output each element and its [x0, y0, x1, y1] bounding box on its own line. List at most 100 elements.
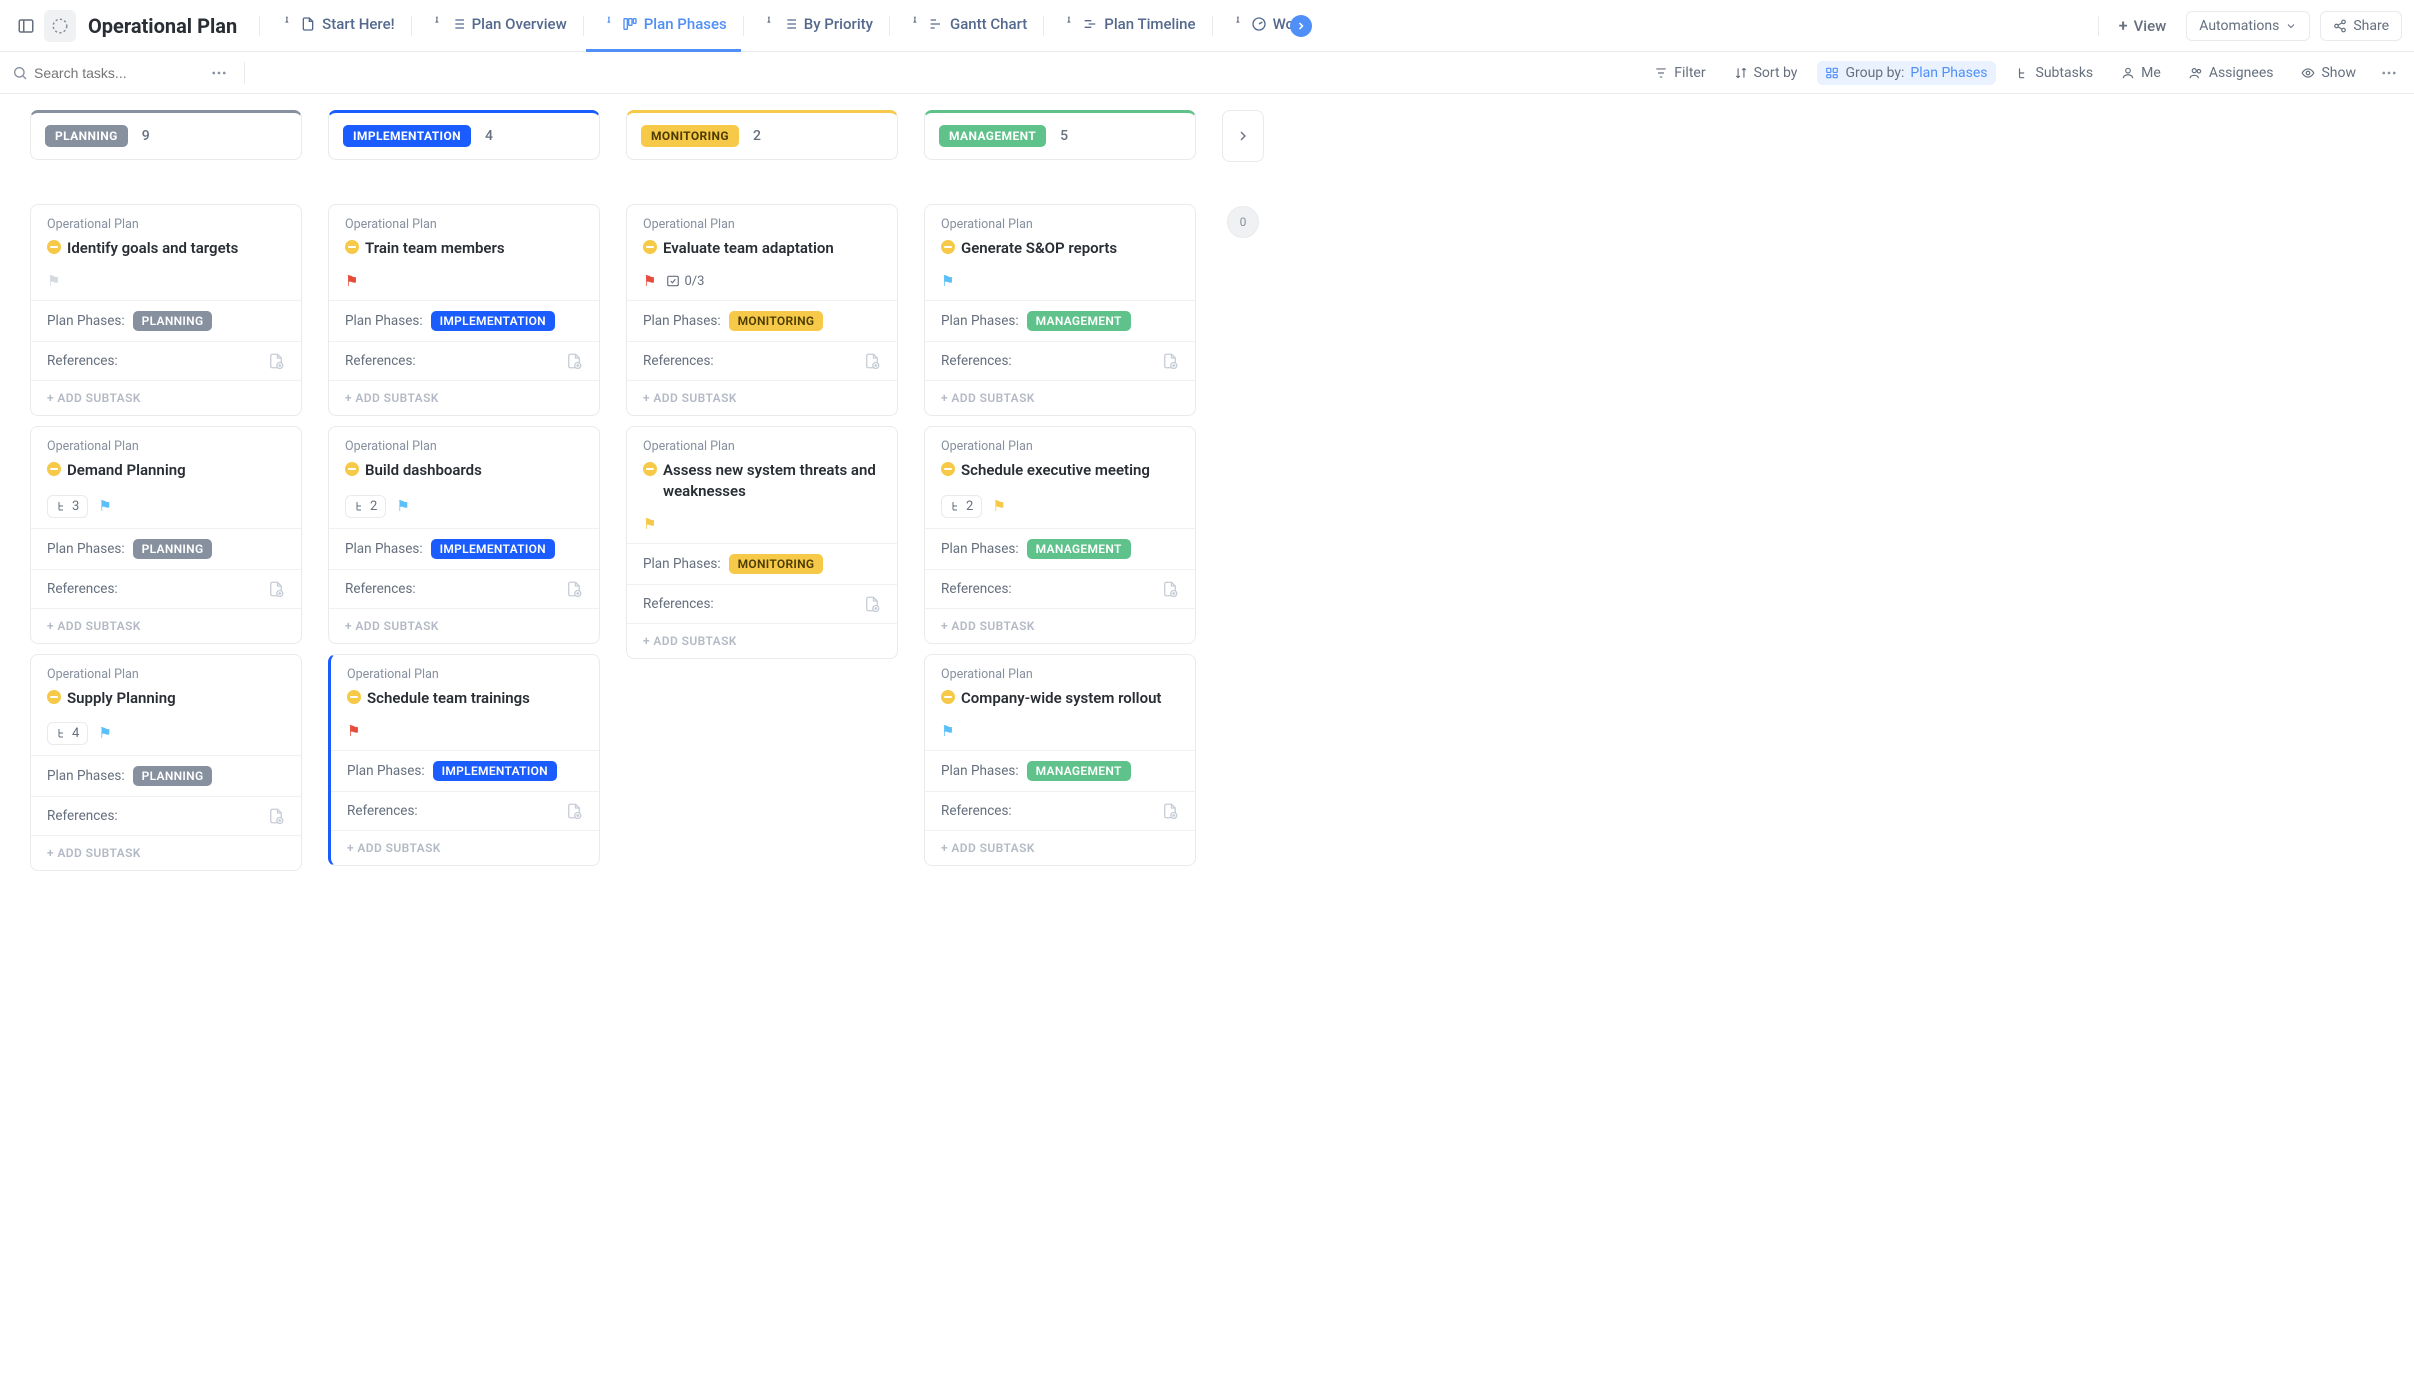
task-card[interactable]: Operational Plan Evaluate team adaptatio…	[626, 204, 898, 416]
card-title: Identify goals and targets	[67, 238, 238, 258]
flag-icon[interactable]: ⚑	[992, 497, 1005, 515]
add-subtask-button[interactable]: + ADD SUBTASK	[925, 608, 1195, 643]
toolbar-more-button[interactable]	[206, 60, 232, 86]
flag-icon[interactable]: ⚑	[347, 722, 360, 740]
column-header-implementation[interactable]: IMPLEMENTATION 4	[328, 110, 600, 160]
tab-label: Plan Timeline	[1104, 15, 1195, 33]
references-icon[interactable]	[267, 807, 285, 825]
subtask-count[interactable]: 3	[47, 495, 88, 518]
flag-icon[interactable]: ⚑	[941, 722, 954, 740]
task-card[interactable]: Operational Plan Build dashboards 2 ⚑ Pl…	[328, 426, 600, 643]
column-header-management[interactable]: MANAGEMENT 5	[924, 110, 1196, 160]
add-subtask-button[interactable]: + ADD SUBTASK	[627, 380, 897, 415]
automations-button[interactable]: Automations	[2186, 11, 2310, 41]
add-subtask-button[interactable]: + ADD SUBTASK	[329, 608, 599, 643]
collapsed-column-count[interactable]: 0	[1227, 206, 1259, 238]
search-wrap	[12, 65, 194, 81]
toolbar-overflow-button[interactable]	[2376, 60, 2402, 86]
flag-icon[interactable]: ⚑	[643, 515, 656, 533]
assignees-button[interactable]: Assignees	[2181, 61, 2282, 85]
references-icon[interactable]	[1161, 580, 1179, 598]
card-title: Schedule team trainings	[367, 688, 530, 708]
tab-by-priority[interactable]: By Priority	[746, 0, 887, 52]
references-icon[interactable]	[1161, 352, 1179, 370]
add-subtask-button[interactable]: + ADD SUBTASK	[925, 830, 1195, 865]
card-project: Operational Plan	[47, 217, 285, 232]
group-by-button[interactable]: Group by: Plan Phases	[1817, 61, 1995, 85]
flag-icon[interactable]: ⚑	[345, 272, 358, 290]
task-card[interactable]: Operational Plan Identify goals and targ…	[30, 204, 302, 416]
tab-plan-overview[interactable]: Plan Overview	[414, 0, 581, 52]
add-subtask-button[interactable]: + ADD SUBTASK	[925, 380, 1195, 415]
show-button[interactable]: Show	[2293, 61, 2364, 85]
card-project: Operational Plan	[941, 439, 1179, 454]
card-field-references: References:	[31, 796, 301, 835]
add-view-button[interactable]: + View	[2109, 16, 2176, 35]
phase-chip: PLANNING	[133, 539, 213, 559]
column-header-planning[interactable]: PLANNING 9	[30, 110, 302, 160]
sidebar-toggle-button[interactable]	[12, 12, 40, 40]
add-subtask-button[interactable]: + ADD SUBTASK	[31, 835, 301, 870]
flag-icon[interactable]: ⚑	[396, 497, 409, 515]
task-card[interactable]: Operational Plan Demand Planning 3 ⚑ Pla…	[30, 426, 302, 643]
tabs-scroll-right-button[interactable]	[1290, 15, 1312, 37]
share-button[interactable]: Share	[2320, 11, 2402, 41]
references-icon[interactable]	[565, 580, 583, 598]
search-input[interactable]	[34, 65, 194, 81]
references-icon[interactable]	[1161, 802, 1179, 820]
filter-button[interactable]: Filter	[1646, 61, 1713, 85]
card-title: Company-wide system rollout	[961, 688, 1161, 708]
add-subtask-button[interactable]: + ADD SUBTASK	[627, 623, 897, 658]
card-field-references: References:	[31, 569, 301, 608]
sort-button[interactable]: Sort by	[1726, 61, 1806, 85]
references-icon[interactable]	[863, 352, 881, 370]
tab-workload-partial[interactable]: Wo	[1215, 0, 1299, 52]
project-title[interactable]: Operational Plan	[88, 14, 237, 38]
flag-icon[interactable]: ⚑	[98, 497, 111, 515]
flag-icon[interactable]: ⚑	[941, 272, 954, 290]
phase-chip: MONITORING	[729, 311, 824, 331]
flag-icon[interactable]: ⚑	[47, 272, 60, 290]
references-icon[interactable]	[863, 595, 881, 613]
references-icon[interactable]	[565, 802, 583, 820]
pin-icon	[428, 12, 444, 28]
subtask-count[interactable]: 2	[345, 495, 386, 518]
checklist-progress[interactable]: 0/3	[666, 274, 704, 289]
task-card[interactable]: Operational Plan Assess new system threa…	[626, 426, 898, 659]
subtask-count[interactable]: 4	[47, 722, 88, 745]
references-icon[interactable]	[267, 352, 285, 370]
subtasks-button[interactable]: Subtasks	[2008, 61, 2102, 85]
add-subtask-button[interactable]: + ADD SUBTASK	[329, 380, 599, 415]
tab-plan-timeline[interactable]: Plan Timeline	[1046, 0, 1209, 52]
tab-start-here[interactable]: Start Here!	[264, 0, 408, 52]
card-title: Build dashboards	[365, 460, 482, 480]
task-card[interactable]: Operational Plan Schedule team trainings…	[328, 654, 600, 866]
flag-icon[interactable]: ⚑	[643, 272, 656, 290]
separator	[259, 16, 260, 36]
me-button[interactable]: Me	[2113, 61, 2169, 85]
tab-plan-phases[interactable]: Plan Phases	[586, 0, 741, 52]
board-scroll[interactable]: PLANNING 9 Operational Plan Identify goa…	[0, 94, 2414, 1394]
task-card[interactable]: Operational Plan Schedule executive meet…	[924, 426, 1196, 643]
subtasks-label: Subtasks	[2036, 65, 2094, 81]
references-icon[interactable]	[565, 352, 583, 370]
column-header-monitoring[interactable]: MONITORING 2	[626, 110, 898, 160]
task-card[interactable]: Operational Plan Generate S&OP reports ⚑…	[924, 204, 1196, 416]
task-card[interactable]: Operational Plan Supply Planning 4 ⚑ Pla…	[30, 654, 302, 871]
card-project: Operational Plan	[345, 439, 583, 454]
references-icon[interactable]	[267, 580, 285, 598]
tab-label: Plan Phases	[644, 15, 727, 33]
phase-chip: PLANNING	[133, 311, 213, 331]
scroll-next-column-button[interactable]	[1222, 110, 1264, 162]
task-card[interactable]: Operational Plan Train team members ⚑ Pl…	[328, 204, 600, 416]
add-subtask-button[interactable]: + ADD SUBTASK	[31, 608, 301, 643]
add-subtask-button[interactable]: + ADD SUBTASK	[31, 380, 301, 415]
add-subtask-button[interactable]: + ADD SUBTASK	[331, 830, 599, 865]
list-icon	[450, 16, 466, 32]
automations-label: Automations	[2199, 18, 2279, 34]
tab-gantt-chart[interactable]: Gantt Chart	[892, 0, 1041, 52]
flag-icon[interactable]: ⚑	[98, 724, 111, 742]
task-card[interactable]: Operational Plan Company-wide system rol…	[924, 654, 1196, 866]
subtask-count[interactable]: 2	[941, 495, 982, 518]
card-field-phase: Plan Phases:IMPLEMENTATION	[329, 528, 599, 569]
